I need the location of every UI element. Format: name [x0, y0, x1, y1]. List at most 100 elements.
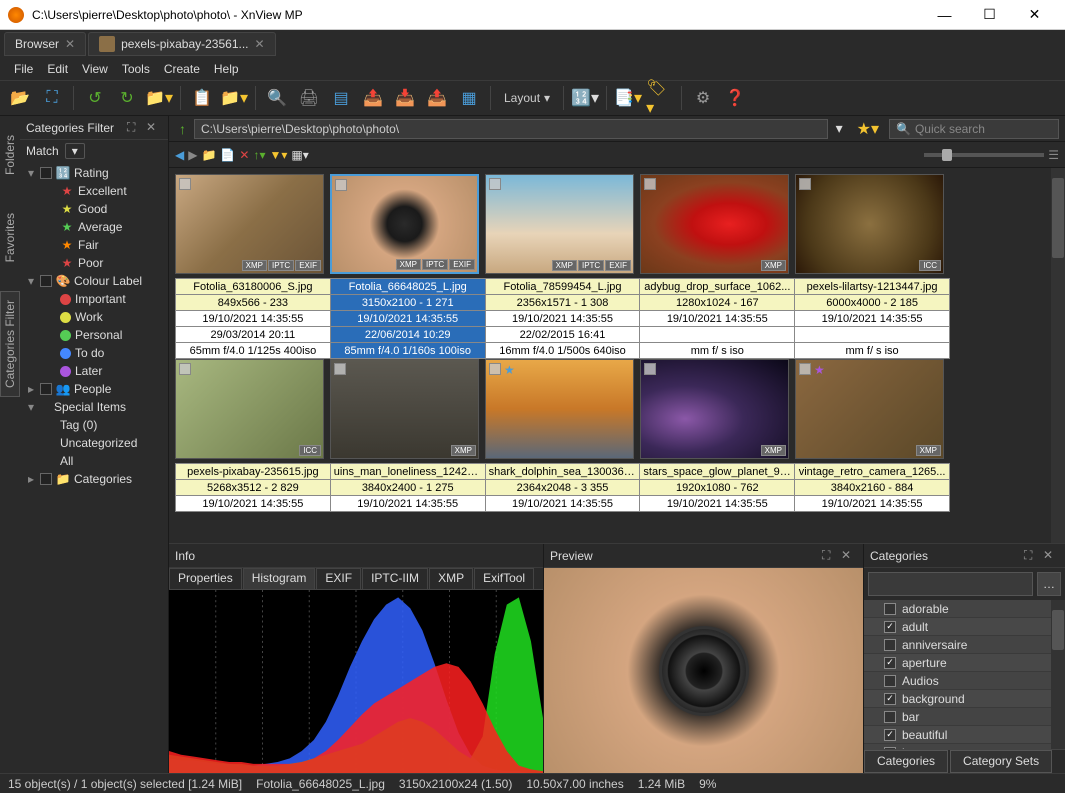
- rename-button[interactable]: ↑▾: [253, 148, 265, 162]
- tab-categories[interactable]: Categories: [864, 750, 948, 773]
- category-item[interactable]: anniversaire: [864, 636, 1065, 654]
- tree-item[interactable]: Work: [20, 308, 168, 326]
- tree-categories[interactable]: ▸📁Categories: [20, 470, 168, 488]
- menu-edit[interactable]: Edit: [41, 60, 74, 78]
- close-icon[interactable]: ✕: [255, 37, 265, 51]
- info-tab-properties[interactable]: Properties: [169, 568, 242, 589]
- thumbnail-cell[interactable]: XMP: [640, 359, 789, 459]
- transform-button[interactable]: 📁▾: [145, 84, 173, 112]
- category-more-button[interactable]: …: [1037, 572, 1061, 596]
- side-tab-favorites[interactable]: Favorites: [0, 204, 20, 271]
- category-item[interactable]: Audios: [864, 672, 1065, 690]
- export-button[interactable]: 📤: [359, 84, 387, 112]
- tree-special[interactable]: ▾Special Items: [20, 398, 168, 416]
- menu-icon[interactable]: ☰: [1048, 148, 1059, 162]
- thumb-checkbox[interactable]: [644, 178, 656, 190]
- thumb-checkbox[interactable]: [489, 178, 501, 190]
- tab-image[interactable]: pexels-pixabay-23561... ✕: [88, 32, 275, 56]
- menu-view[interactable]: View: [76, 60, 114, 78]
- category-item[interactable]: ✓aperture: [864, 654, 1065, 672]
- print-button[interactable]: 🖨: [295, 84, 323, 112]
- thumb-checkbox[interactable]: [799, 178, 811, 190]
- thumbnail-cell[interactable]: ICC: [175, 359, 324, 459]
- tree-colour[interactable]: ▾🎨Colour Label: [20, 272, 168, 290]
- history-dropdown[interactable]: ▾: [832, 120, 847, 137]
- close-panel-icon[interactable]: ✕: [841, 548, 857, 564]
- tree-rating[interactable]: ▾🔢Rating: [20, 164, 168, 182]
- up-button[interactable]: ↑: [175, 121, 190, 137]
- category-checkbox[interactable]: ✓: [884, 729, 896, 741]
- tree-item[interactable]: Uncategorized: [20, 434, 168, 452]
- thumbnail-image[interactable]: XMP: [330, 359, 479, 459]
- category-item[interactable]: ✓beautiful: [864, 726, 1065, 744]
- tree-item[interactable]: ★Good: [20, 200, 168, 218]
- thumb-checkbox[interactable]: [179, 363, 191, 375]
- category-item[interactable]: ✓background: [864, 690, 1065, 708]
- category-checkbox[interactable]: [884, 711, 896, 723]
- category-checkbox[interactable]: ✓: [884, 657, 896, 669]
- scrollbar[interactable]: [1051, 168, 1065, 543]
- thumbnail-image[interactable]: ICC: [795, 174, 944, 274]
- thumbnail-cell[interactable]: XMP: [640, 174, 789, 274]
- minimize-button[interactable]: —: [922, 0, 967, 29]
- tree-item[interactable]: All: [20, 452, 168, 470]
- batch-button[interactable]: 📤: [423, 84, 451, 112]
- thumbnail-image[interactable]: XMPIPTCEXIF: [330, 174, 479, 274]
- category-search-input[interactable]: [868, 572, 1033, 596]
- side-tab-categories-filter[interactable]: Categories Filter: [0, 291, 20, 397]
- copy-button[interactable]: 📋: [188, 84, 216, 112]
- info-tab-exif[interactable]: EXIF: [316, 568, 361, 589]
- sort-button[interactable]: 🔢▾: [571, 84, 599, 112]
- close-panel-icon[interactable]: ✕: [146, 120, 162, 136]
- rotate-ccw-button[interactable]: ↺: [81, 84, 109, 112]
- category-item[interactable]: adorable: [864, 600, 1065, 618]
- thumb-checkbox[interactable]: [179, 178, 191, 190]
- filter-button[interactable]: ▼▾: [269, 148, 287, 162]
- quick-search[interactable]: 🔍 Quick search: [889, 119, 1059, 139]
- menu-help[interactable]: Help: [208, 60, 245, 78]
- paste-button[interactable]: 📁▾: [220, 84, 248, 112]
- help-button[interactable]: ❓: [721, 84, 749, 112]
- forward-button[interactable]: ▶: [188, 148, 197, 162]
- thumbnail-cell[interactable]: ★: [485, 359, 634, 459]
- maximize-panel-icon[interactable]: ⛶: [1024, 548, 1040, 564]
- maximize-panel-icon[interactable]: ⛶: [822, 548, 838, 564]
- thumbnail-image[interactable]: XMP: [640, 359, 789, 459]
- tree-item[interactable]: ★Excellent: [20, 182, 168, 200]
- thumbnail-image[interactable]: XMPIPTCEXIF: [485, 174, 634, 274]
- thumbnail-image[interactable]: ICC: [175, 359, 324, 459]
- tree-item[interactable]: To do: [20, 344, 168, 362]
- thumb-checkbox[interactable]: [334, 363, 346, 375]
- category-checkbox[interactable]: [884, 747, 896, 750]
- thumb-checkbox[interactable]: [335, 179, 347, 191]
- tree-item[interactable]: Important: [20, 290, 168, 308]
- convert-button[interactable]: 📥: [391, 84, 419, 112]
- thumbnail-cell[interactable]: XMP: [330, 359, 479, 459]
- thumbnail-image[interactable]: ★XMP: [795, 359, 944, 459]
- thumbnail-cell[interactable]: ICC: [795, 174, 944, 274]
- path-input[interactable]: C:\Users\pierre\Desktop\photo\photo\: [194, 119, 828, 139]
- info-tab-xmp[interactable]: XMP: [429, 568, 473, 589]
- tab-browser[interactable]: Browser ✕: [4, 32, 86, 56]
- new-folder-button[interactable]: 📁: [201, 148, 216, 162]
- thumb-checkbox[interactable]: [489, 363, 501, 375]
- thumb-size-slider[interactable]: [924, 153, 1044, 157]
- open-folder-button[interactable]: 📂: [6, 84, 34, 112]
- favorite-star-icon[interactable]: ★▾: [851, 119, 885, 139]
- close-button[interactable]: ✕: [1012, 0, 1057, 29]
- compare-button[interactable]: ▤: [327, 84, 355, 112]
- search-button[interactable]: 🔍: [263, 84, 291, 112]
- category-item[interactable]: ✓adult: [864, 618, 1065, 636]
- category-item[interactable]: bar: [864, 708, 1065, 726]
- thumb-checkbox[interactable]: [644, 363, 656, 375]
- tab-category-sets[interactable]: Category Sets: [950, 750, 1052, 773]
- tree-people[interactable]: ▸👥People: [20, 380, 168, 398]
- tree-item[interactable]: Later: [20, 362, 168, 380]
- tree-item[interactable]: ★Poor: [20, 254, 168, 272]
- category-item[interactable]: beauty: [864, 744, 1065, 749]
- tree-item[interactable]: Personal: [20, 326, 168, 344]
- category-checkbox[interactable]: [884, 639, 896, 651]
- category-checkbox[interactable]: [884, 603, 896, 615]
- menu-create[interactable]: Create: [158, 60, 206, 78]
- tree-item[interactable]: Tag (0): [20, 416, 168, 434]
